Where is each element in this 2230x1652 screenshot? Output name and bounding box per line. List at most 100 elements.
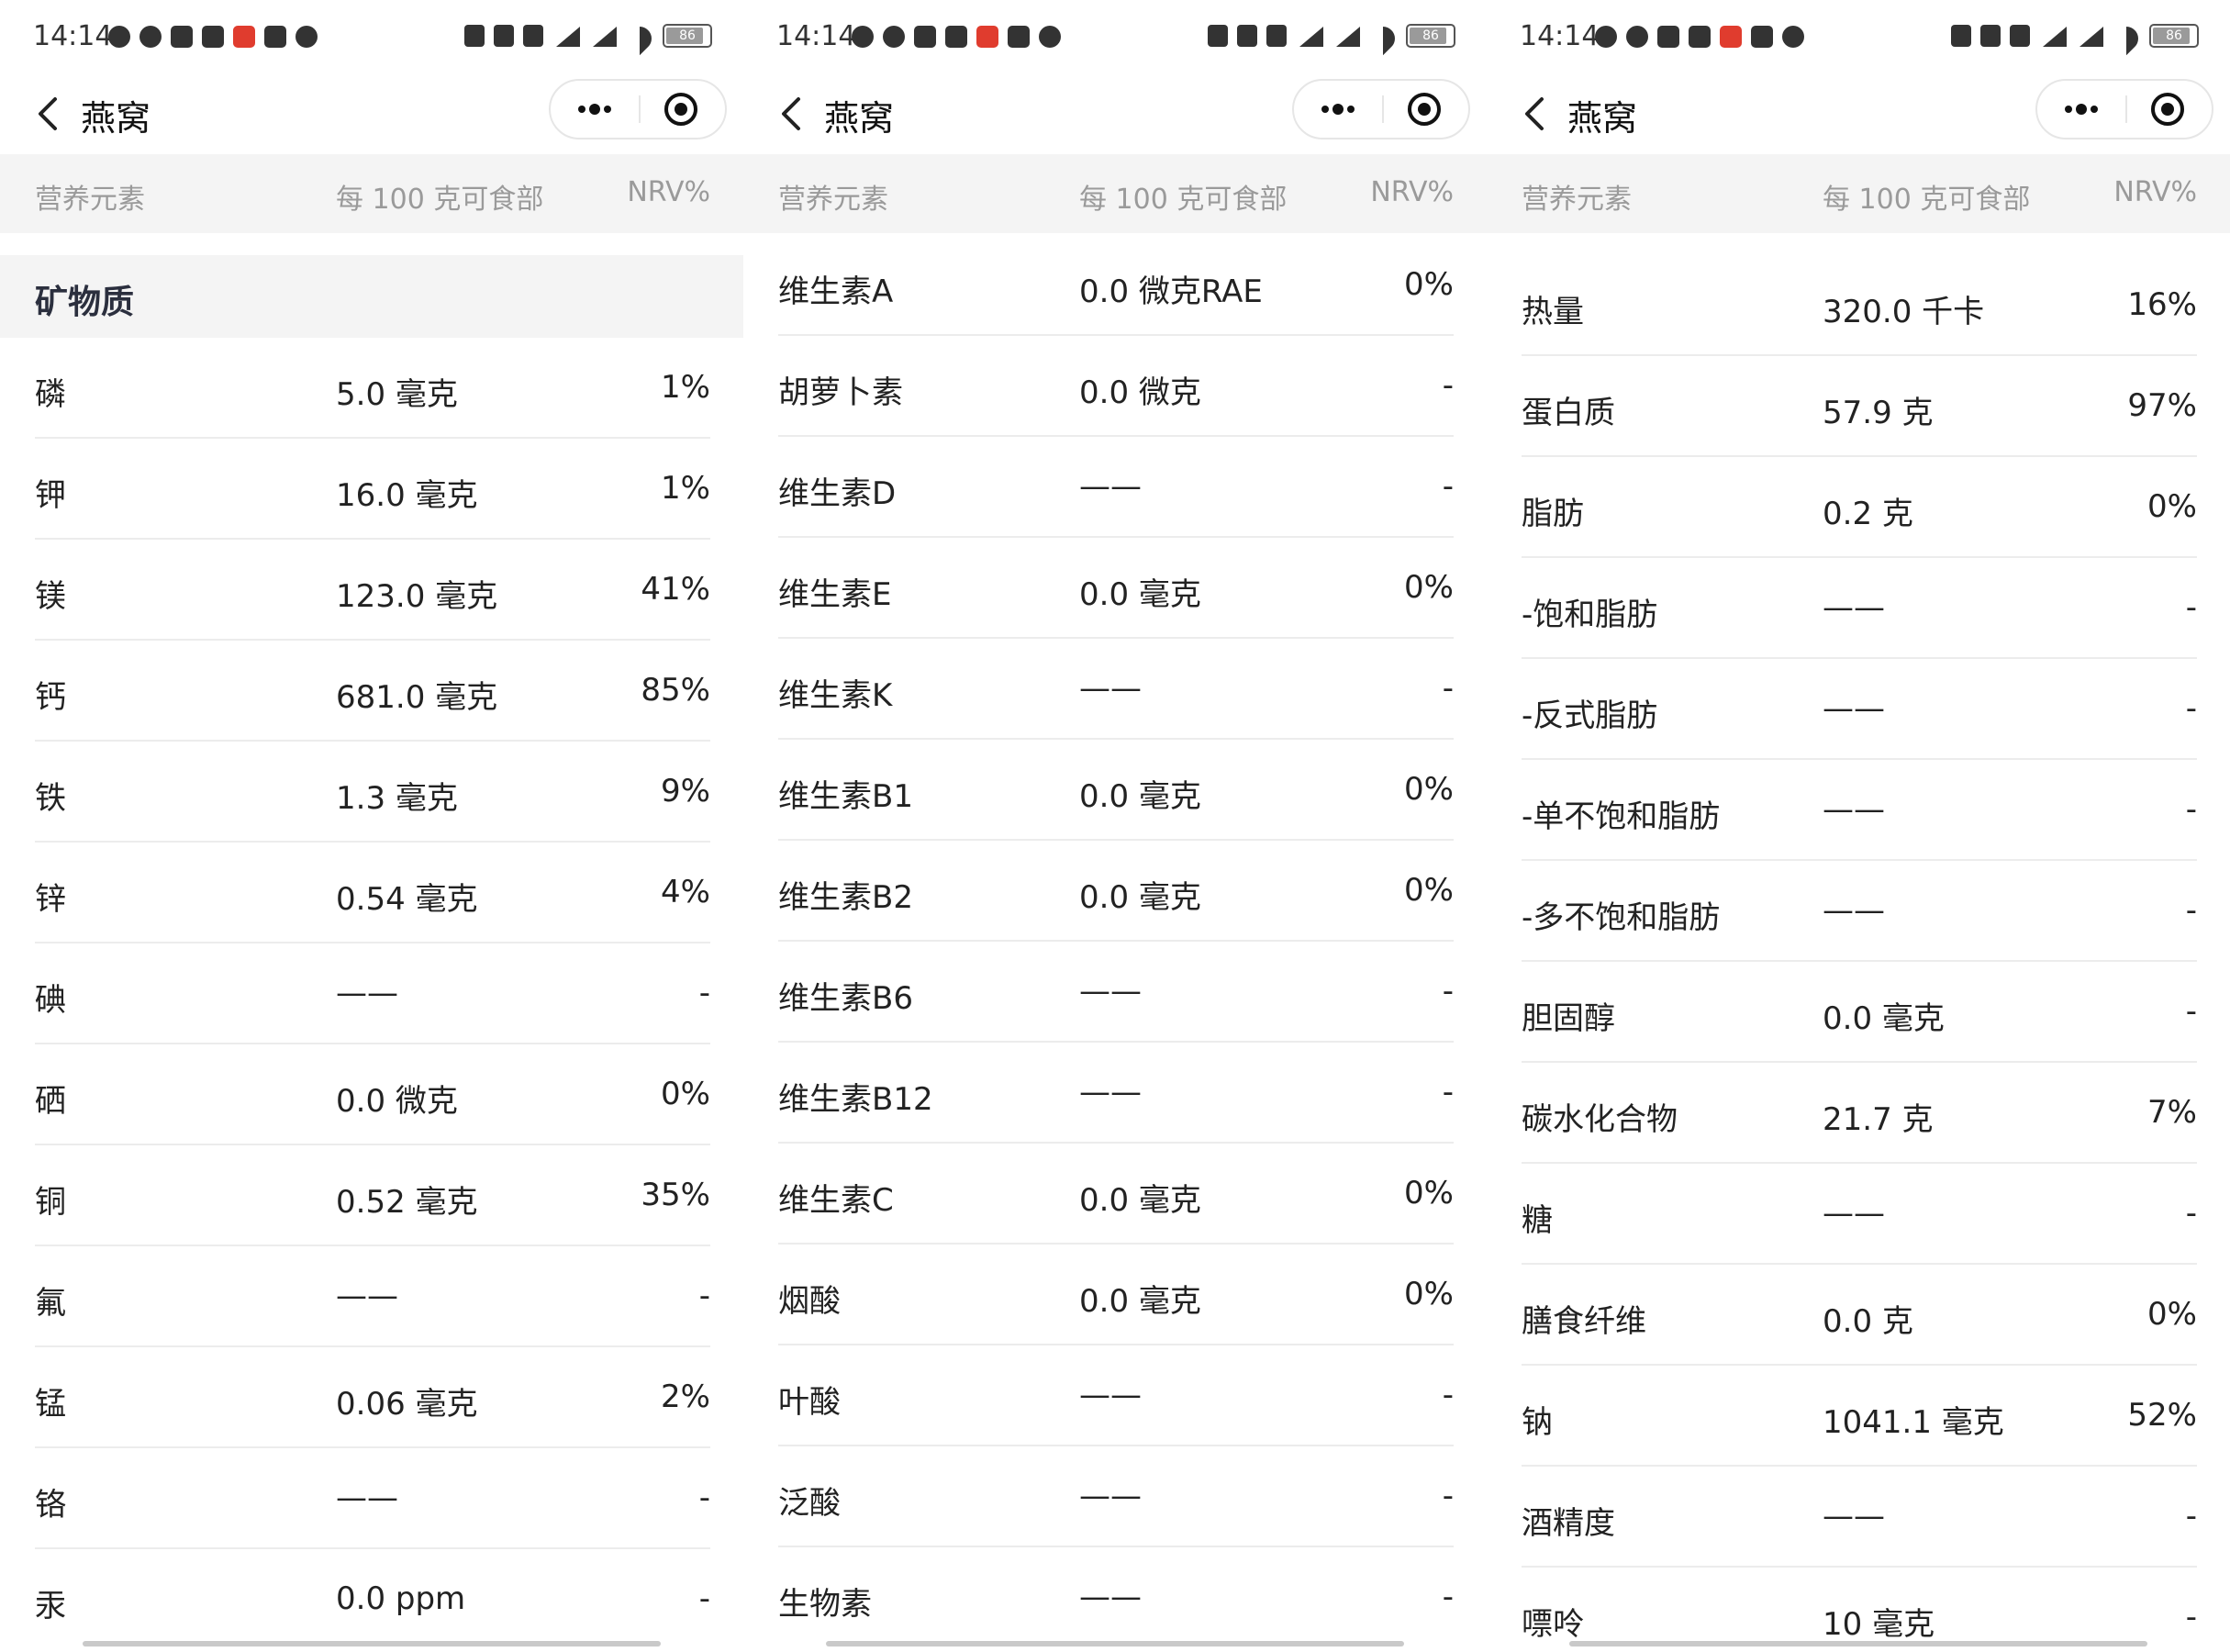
nutrient-nrv: 85% <box>641 672 710 709</box>
nutrient-nrv: - <box>698 1479 710 1516</box>
nutrient-name: 蛋白质 <box>1522 395 1615 431</box>
table-row: 糖 —— - <box>1522 1164 2197 1265</box>
nutrient-nrv: 0% <box>1404 569 1454 606</box>
panel-minerals: 14:14 86 燕窝 营养元素 每 100 克可食部 NRV% 矿物质 磷 5… <box>0 0 743 1652</box>
close-miniprogram-icon[interactable] <box>639 81 725 138</box>
table-row: 脂肪 0.2 克 0% <box>1522 457 2197 558</box>
nutrient-value: 0.52 毫克 <box>336 1184 478 1221</box>
nutrient-value: 10 毫克 <box>1823 1606 1935 1643</box>
nutrient-value: —— <box>1823 1498 1885 1535</box>
table-row: 碳水化合物 21.7 克 7% <box>1522 1063 2197 1164</box>
hd-icon <box>2010 25 2030 47</box>
nutrient-nrv: - <box>2185 690 2197 727</box>
nutrient-nrv: 4% <box>661 874 710 910</box>
notification-icons <box>1595 26 1804 48</box>
nutrient-value: 1041.1 毫克 <box>1823 1404 2004 1441</box>
nav-bar: 燕窝 <box>0 73 743 154</box>
nutrient-name: 磷 <box>35 376 66 413</box>
header-nutrient: 营养元素 <box>778 184 888 216</box>
table-row: 维生素B6 —— - <box>778 942 1454 1043</box>
back-arrow-icon[interactable] <box>31 94 68 134</box>
nutrient-value: 0.0 毫克 <box>1823 1000 1945 1037</box>
nutrient-list: 热量 320.0 千卡 16% 蛋白质 57.9 克 97% 脂肪 0.2 克 0% -饱和… <box>1522 255 2197 1652</box>
nutrient-nrv: 0% <box>1404 1175 1454 1211</box>
nutrient-value: 0.0 毫克 <box>1079 1283 1201 1320</box>
table-row: 泛酸 —— - <box>778 1446 1454 1547</box>
header-per-100g: 每 100 克可食部 <box>1823 184 2031 216</box>
nutrient-nrv: - <box>2185 993 2197 1030</box>
nutrient-value: 1.3 毫克 <box>336 780 458 817</box>
nav-bar: 燕窝 <box>743 73 1487 154</box>
send-icon <box>264 26 286 48</box>
miniprogram-capsule <box>2035 79 2213 140</box>
close-miniprogram-icon[interactable] <box>2125 81 2212 138</box>
nutrient-value: 0.06 毫克 <box>336 1386 478 1423</box>
nutrient-nrv: 16% <box>2127 286 2197 323</box>
listen-icon <box>1720 26 1742 48</box>
table-row: 铜 0.52 毫克 35% <box>35 1145 710 1246</box>
battery-icon: 86 <box>1406 24 1455 48</box>
message-icon <box>295 26 318 48</box>
more-options-icon[interactable] <box>2037 81 2125 138</box>
table-row: 嘌呤 10 毫克 - <box>1522 1568 2197 1652</box>
nutrient-name: 维生素C <box>778 1182 894 1219</box>
nutrient-name: 糖 <box>1522 1202 1553 1239</box>
nutrient-name: -多不饱和脂肪 <box>1522 899 1721 936</box>
horizontal-scrollbar[interactable] <box>83 1641 661 1646</box>
hd-icon <box>523 25 543 47</box>
nutrient-nrv: 0% <box>1404 1276 1454 1312</box>
hd-icon <box>1266 25 1287 47</box>
nutrient-value: —— <box>1079 973 1142 1010</box>
horizontal-scrollbar[interactable] <box>1569 1641 2147 1646</box>
nutrient-value: —— <box>1079 468 1142 505</box>
page-title: 燕窝 <box>81 98 151 139</box>
signal-5g-icon <box>552 25 580 47</box>
nutrient-value: 0.54 毫克 <box>336 881 478 918</box>
weibo-icon <box>108 26 130 48</box>
more-options-icon[interactable] <box>551 81 639 138</box>
nutrient-nrv: - <box>1442 1377 1454 1413</box>
nutrient-value: —— <box>1823 791 1885 828</box>
nutrient-value: 0.0 微克 <box>336 1083 458 1120</box>
nutrient-name: 酒精度 <box>1522 1505 1615 1542</box>
nutrient-name: 钙 <box>35 679 66 716</box>
back-arrow-icon[interactable] <box>1518 94 1555 134</box>
table-row: 汞 0.0 ppm - <box>35 1549 710 1650</box>
nutrient-nrv: 41% <box>641 571 710 608</box>
nutrient-value: 21.7 克 <box>1823 1101 1934 1138</box>
alarm-icon <box>1208 25 1228 47</box>
nutrient-name: -反式脂肪 <box>1522 698 1658 734</box>
table-row: 生物素 —— - <box>778 1547 1454 1648</box>
panel-vitamins: 14:14 86 燕窝 营养元素 每 100 克可食部 NRV% 维生素A 0.… <box>743 0 1487 1652</box>
nutrient-nrv: 1% <box>661 470 710 507</box>
table-row: 胡萝卜素 0.0 微克 - <box>778 336 1454 437</box>
table-header: 营养元素 每 100 克可食部 NRV% <box>743 154 1487 233</box>
table-row: -反式脂肪 —— - <box>1522 659 2197 760</box>
table-row: 酒精度 —— - <box>1522 1467 2197 1568</box>
bluetooth-icon <box>494 25 514 47</box>
nutrient-value: —— <box>1079 670 1142 707</box>
more-options-icon[interactable] <box>1294 81 1382 138</box>
horizontal-scrollbar[interactable] <box>826 1641 1404 1646</box>
nutrient-value: 123.0 毫克 <box>336 578 498 615</box>
alarm-icon <box>1951 25 1971 47</box>
taobao-icon <box>171 26 193 48</box>
nutrient-value: 681.0 毫克 <box>336 679 498 716</box>
nutrient-value: 57.9 克 <box>1823 395 1934 431</box>
nutrient-value: 320.0 千卡 <box>1823 294 1985 330</box>
page-title: 燕窝 <box>1567 98 1638 139</box>
nutrient-name: 铜 <box>35 1184 66 1221</box>
nutrient-value: 0.0 ppm <box>336 1580 466 1617</box>
miniprogram-capsule <box>549 79 727 140</box>
back-arrow-icon[interactable] <box>775 94 811 134</box>
close-miniprogram-icon[interactable] <box>1382 81 1468 138</box>
nav-bar: 燕窝 <box>1487 73 2230 154</box>
nutrient-name: 镁 <box>35 578 66 615</box>
system-icons: 86 <box>1951 24 2199 48</box>
nutrient-nrv: 2% <box>661 1379 710 1415</box>
weibo-icon <box>1595 26 1617 48</box>
nutrient-name: 维生素E <box>778 576 892 613</box>
battery-icon: 86 <box>663 24 712 48</box>
table-row: 磷 5.0 毫克 1% <box>35 338 710 439</box>
nutrient-name: 钾 <box>35 477 66 514</box>
